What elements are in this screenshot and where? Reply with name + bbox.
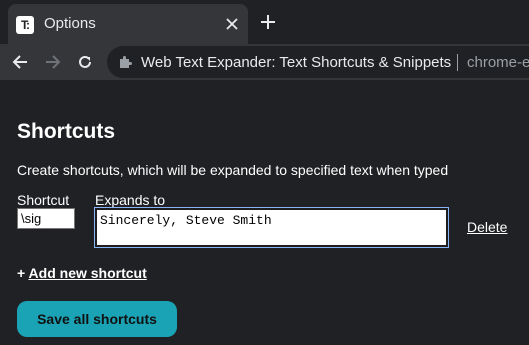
new-tab-button[interactable] <box>256 10 280 34</box>
omnibox-divider <box>457 54 458 71</box>
browser-toolbar: Web Text Expander: Text Shortcuts & Snip… <box>0 44 529 80</box>
tab-options[interactable]: T: Options <box>8 4 248 44</box>
tab-strip: T: Options <box>0 0 529 44</box>
add-new-shortcut-label: Add new shortcut <box>28 265 147 281</box>
plus-icon <box>261 15 275 29</box>
tab-title: Options <box>44 15 96 32</box>
expansion-textarea[interactable]: Sincerely, Steve Smith <box>94 207 449 248</box>
forward-button[interactable] <box>41 50 65 74</box>
add-plus-prefix: + <box>17 265 29 281</box>
page-description: Create shortcuts, which will be expanded… <box>17 162 449 178</box>
shortcut-column-label: Shortcut <box>17 192 70 208</box>
shortcut-input[interactable] <box>17 208 75 229</box>
reload-button[interactable] <box>73 50 97 74</box>
delete-shortcut-link[interactable]: Delete <box>467 219 507 235</box>
back-button[interactable] <box>8 50 32 74</box>
extension-favicon-icon: T: <box>16 16 34 34</box>
save-all-shortcuts-button[interactable]: Save all shortcuts <box>17 301 177 337</box>
page-title: Shortcuts <box>17 120 116 143</box>
omnibox-url: chrome-e <box>467 54 529 71</box>
reload-icon <box>79 55 91 68</box>
arrow-left-icon <box>12 55 27 69</box>
close-tab-button[interactable] <box>221 13 243 35</box>
close-icon <box>226 18 238 30</box>
arrow-right-icon <box>46 55 61 69</box>
address-bar[interactable]: Web Text Expander: Text Shortcuts & Snip… <box>107 46 529 78</box>
omnibox-site-name: Web Text Expander: Text Shortcuts & Snip… <box>141 54 452 71</box>
add-new-shortcut-link[interactable]: + Add new shortcut <box>17 265 147 281</box>
expands-to-column-label: Expands to <box>95 192 166 208</box>
options-page: Shortcuts Create shortcuts, which will b… <box>0 80 529 345</box>
puzzle-icon <box>120 56 132 68</box>
